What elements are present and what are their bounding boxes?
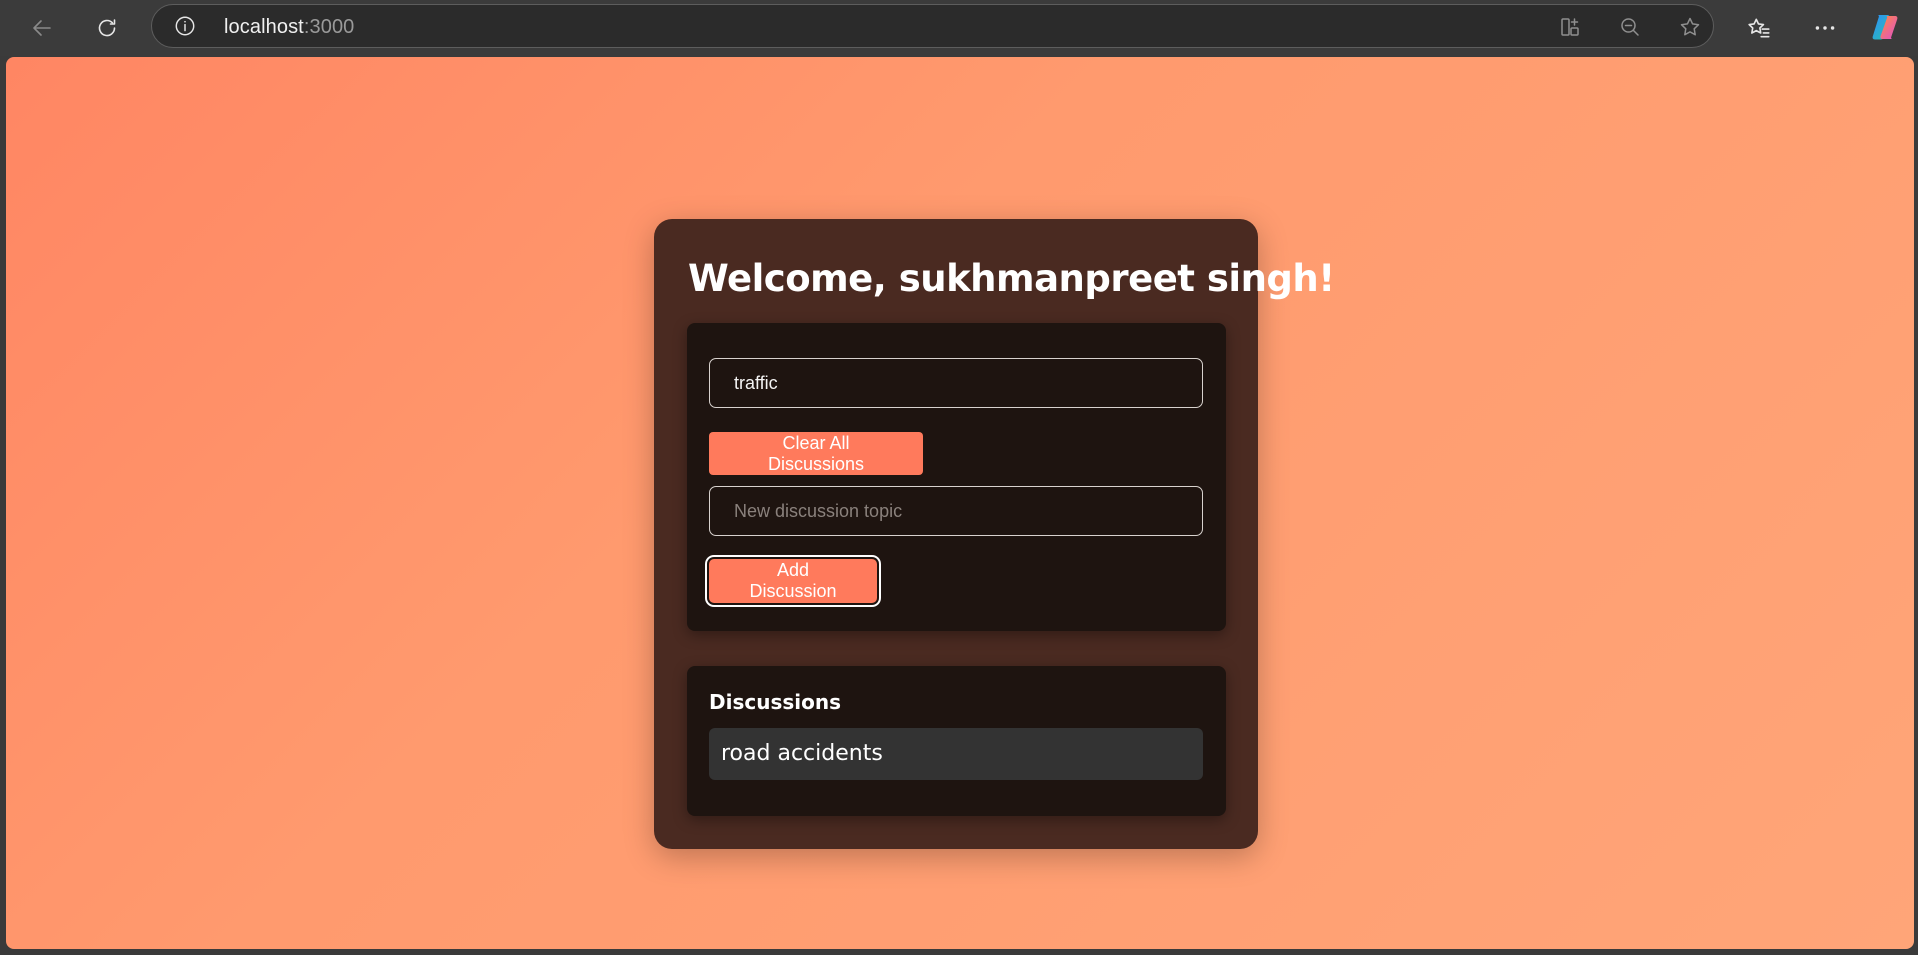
discussions-panel: Discussions road accidents bbox=[687, 666, 1226, 816]
zoom-out-icon bbox=[1621, 18, 1639, 36]
more-button[interactable] bbox=[1811, 14, 1839, 42]
favorites-icon bbox=[1748, 18, 1770, 38]
add-favorite-button[interactable] bbox=[1677, 14, 1703, 40]
copilot-icon bbox=[1872, 15, 1898, 40]
page-viewport: Welcome, sukhmanpreet singh! Clear All D… bbox=[6, 57, 1914, 949]
url-port: :3000 bbox=[303, 16, 355, 38]
split-screen-icon bbox=[1561, 18, 1579, 36]
discussion-item[interactable]: road accidents bbox=[709, 728, 1203, 780]
star-icon bbox=[1680, 17, 1700, 36]
new-discussion-topic-input[interactable] bbox=[709, 486, 1203, 536]
discussions-heading: Discussions bbox=[709, 690, 842, 714]
url-text[interactable]: localhost:3000 bbox=[224, 16, 354, 39]
url-host: localhost bbox=[224, 16, 304, 38]
zoom-button[interactable] bbox=[1617, 14, 1643, 40]
discussion-form-panel: Clear All Discussions Add Discussion bbox=[687, 323, 1226, 631]
welcome-title: Welcome, sukhmanpreet singh! bbox=[688, 257, 1335, 300]
add-discussion-button[interactable]: Add Discussion bbox=[709, 559, 877, 603]
split-screen-button[interactable] bbox=[1557, 14, 1583, 40]
clear-all-discussions-button[interactable]: Clear All Discussions bbox=[709, 432, 923, 475]
favorites-button[interactable] bbox=[1745, 14, 1773, 42]
info-icon[interactable] bbox=[174, 15, 196, 37]
discussion-list: road accidents bbox=[709, 728, 1203, 780]
address-bar[interactable]: localhost:3000 bbox=[151, 4, 1714, 48]
back-button[interactable] bbox=[24, 10, 60, 46]
browser-toolbar: localhost:3000 bbox=[0, 0, 1918, 56]
reload-icon bbox=[98, 19, 116, 37]
more-icon bbox=[1815, 26, 1835, 30]
copilot-button[interactable] bbox=[1870, 11, 1902, 43]
welcome-card: Welcome, sukhmanpreet singh! Clear All D… bbox=[654, 219, 1335, 849]
reload-button[interactable] bbox=[89, 10, 125, 46]
search-input[interactable] bbox=[709, 358, 1203, 408]
back-arrow-icon bbox=[33, 20, 51, 36]
